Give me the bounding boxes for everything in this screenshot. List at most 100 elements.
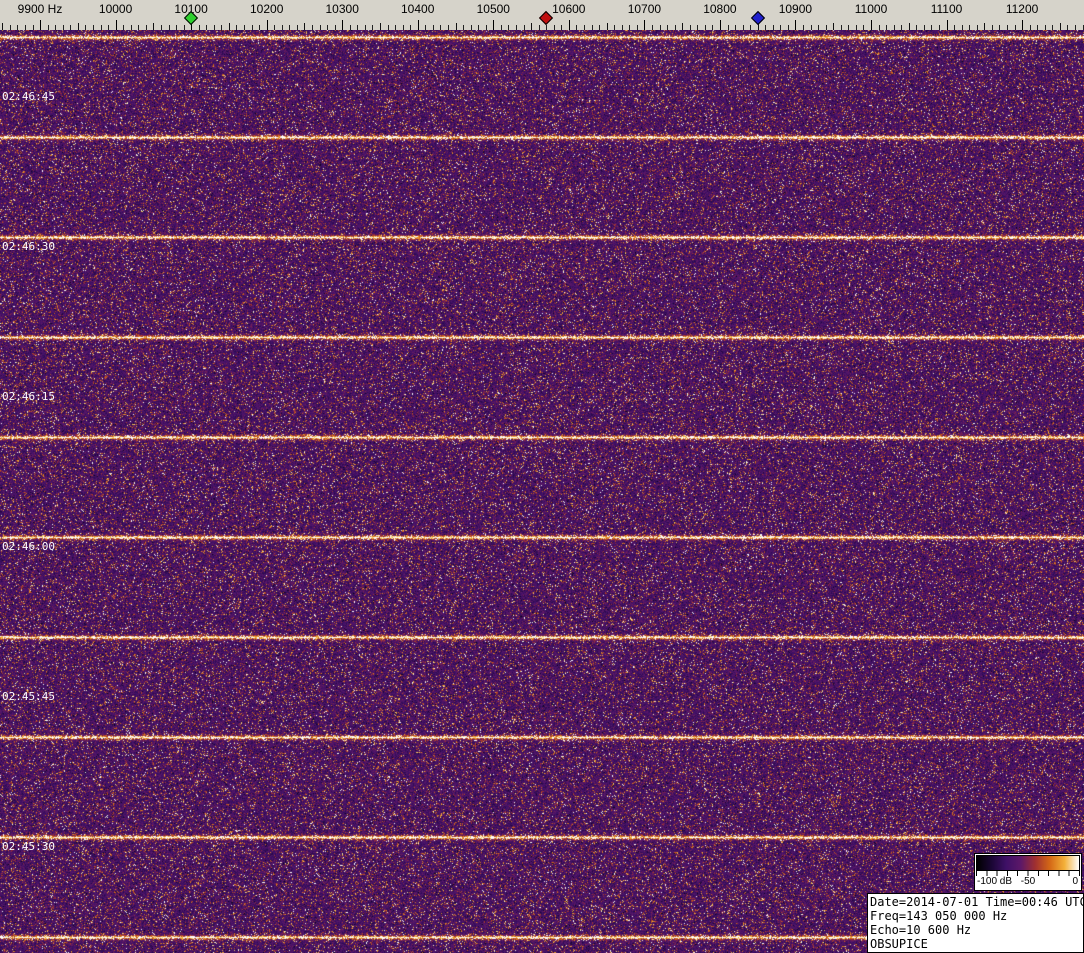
ruler-tick xyxy=(1067,25,1068,30)
ruler-tick xyxy=(939,25,940,30)
ruler-tick xyxy=(78,23,79,30)
ruler-tick xyxy=(357,25,358,30)
ruler-tick xyxy=(863,25,864,30)
ruler-tick xyxy=(1083,25,1084,30)
ruler-tick xyxy=(879,25,880,30)
ruler-tick xyxy=(403,25,404,30)
ruler-tick xyxy=(138,25,139,30)
time-label: 02:45:45 xyxy=(2,690,55,703)
ruler-tick xyxy=(48,25,49,30)
ruler-tick-label: 10200 xyxy=(250,2,283,16)
intensity-gradient xyxy=(976,855,1080,871)
ruler-tick-major xyxy=(947,20,948,30)
ruler-tick xyxy=(833,23,834,30)
ruler-tick xyxy=(811,25,812,30)
ruler-tick xyxy=(380,23,381,30)
ruler-tick-label: 10900 xyxy=(779,2,812,16)
ruler-tick xyxy=(931,25,932,30)
ruler-tick xyxy=(826,25,827,30)
ruler-tick xyxy=(17,25,18,30)
ruler-tick xyxy=(146,25,147,30)
ruler-tick xyxy=(184,25,185,30)
ruler-tick xyxy=(803,25,804,30)
ruler-tick xyxy=(33,25,34,30)
ruler-tick xyxy=(244,25,245,30)
ruler-tick xyxy=(524,25,525,30)
ruler-tick xyxy=(682,23,683,30)
ruler-tick xyxy=(637,25,638,30)
ruler-tick xyxy=(539,25,540,30)
ruler-tick xyxy=(236,25,237,30)
ruler-tick xyxy=(773,25,774,30)
ruler-tick xyxy=(123,25,124,30)
ruler-tick xyxy=(743,25,744,30)
ruler-tick-major xyxy=(418,20,419,30)
ruler-tick-major xyxy=(720,20,721,30)
ruler-tick xyxy=(131,25,132,30)
ruler-tick xyxy=(735,25,736,30)
ruler-tick xyxy=(259,25,260,30)
ruler-tick xyxy=(697,25,698,30)
ruler-tick xyxy=(629,25,630,30)
ruler-tick xyxy=(614,25,615,30)
ruler-tick xyxy=(607,23,608,30)
ruler-tick xyxy=(712,25,713,30)
ruler-tick xyxy=(554,25,555,30)
info-line-freq: Freq=143 050 000 Hz xyxy=(870,909,1081,923)
ruler-tick-major xyxy=(116,20,117,30)
ruler-tick xyxy=(546,25,547,30)
ruler-tick-label: 10600 xyxy=(552,2,585,16)
ruler-tick-major xyxy=(871,20,872,30)
ruler-tick-label: 11100 xyxy=(931,2,963,16)
ruler-tick xyxy=(2,23,3,30)
ruler-tick xyxy=(486,25,487,30)
spectrogram-app: 9900 Hz 10000 10100 10200 10300 10400 10500 106… xyxy=(0,0,1084,953)
status-info-box: Date=2014-07-01 Time=00:46 UTC Freq=143 0… xyxy=(867,893,1084,953)
ruler-tick xyxy=(856,25,857,30)
ruler-tick xyxy=(350,25,351,30)
ruler-tick xyxy=(108,25,109,30)
ruler-tick xyxy=(561,25,562,30)
scale-label-mid: -50 xyxy=(1021,876,1035,887)
ruler-tick xyxy=(1007,25,1008,30)
ruler-tick xyxy=(304,23,305,30)
ruler-tick-label: 10400 xyxy=(401,2,434,16)
ruler-tick xyxy=(1052,25,1053,30)
ruler-tick-major xyxy=(40,20,41,30)
frequency-ruler: 9900 Hz 10000 10100 10200 10300 10400 10500 106… xyxy=(0,0,1084,30)
ruler-tick xyxy=(289,25,290,30)
ruler-tick xyxy=(599,25,600,30)
frequency-marker-blue[interactable] xyxy=(751,11,765,25)
ruler-tick xyxy=(652,25,653,30)
ruler-tick xyxy=(206,25,207,30)
ruler-tick xyxy=(501,25,502,30)
ruler-tick xyxy=(901,25,902,30)
time-label: 02:46:30 xyxy=(2,240,55,253)
info-line-echo: Echo=10 600 Hz xyxy=(870,923,1081,937)
ruler-tick xyxy=(592,25,593,30)
ruler-tick xyxy=(841,25,842,30)
ruler-tick xyxy=(425,25,426,30)
ruler-tick xyxy=(372,25,373,30)
ruler-tick xyxy=(327,25,328,30)
time-label: 02:46:15 xyxy=(2,390,55,403)
ruler-tick xyxy=(894,25,895,30)
ruler-tick xyxy=(992,25,993,30)
ruler-tick xyxy=(705,25,706,30)
ruler-tick-major xyxy=(267,20,268,30)
ruler-tick xyxy=(176,25,177,30)
ruler-tick xyxy=(199,25,200,30)
ruler-tick xyxy=(169,25,170,30)
ruler-tick xyxy=(1045,25,1046,30)
ruler-tick xyxy=(924,25,925,30)
ruler-tick-major xyxy=(795,20,796,30)
ruler-tick xyxy=(909,23,910,30)
ruler-tick xyxy=(101,25,102,30)
ruler-tick-label: 10700 xyxy=(628,2,661,16)
ruler-tick xyxy=(660,25,661,30)
ruler-tick xyxy=(463,25,464,30)
ruler-tick xyxy=(365,25,366,30)
ruler-tick xyxy=(10,25,11,30)
ruler-tick xyxy=(25,25,26,30)
spectrogram-waterfall xyxy=(0,30,1084,953)
